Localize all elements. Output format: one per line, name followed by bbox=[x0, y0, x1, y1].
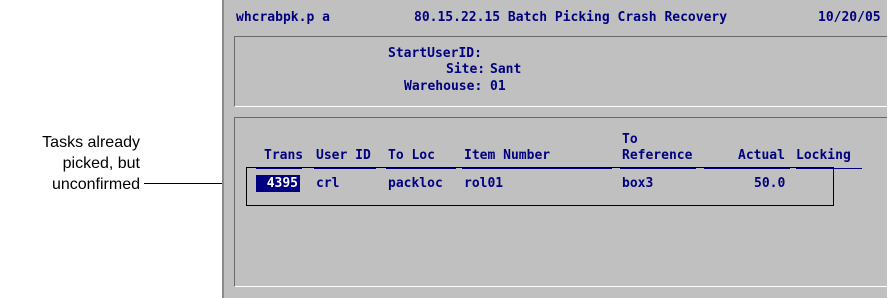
row-reference: box3 bbox=[622, 176, 654, 191]
program-name: whcrabpk.p a bbox=[236, 10, 330, 25]
warehouse-field[interactable]: 01 bbox=[490, 79, 506, 94]
col-header-to: To bbox=[622, 132, 638, 147]
row-to-loc: packloc bbox=[388, 176, 443, 191]
callout-line-2: picked, but bbox=[62, 155, 140, 172]
row-item-number: rol01 bbox=[464, 176, 504, 191]
warehouse-label: Warehouse: bbox=[404, 79, 483, 94]
screen-title: 80.15.22.15 Batch Picking Crash Recovery bbox=[414, 10, 728, 25]
start-user-label: StartUserID: bbox=[388, 46, 482, 61]
screen-date: 10/20/05 bbox=[818, 10, 881, 25]
col-header-actual: Actual bbox=[738, 148, 785, 163]
row-trans-cell-selected[interactable]: 4395 bbox=[256, 175, 300, 192]
row-user-id: crl bbox=[316, 176, 340, 191]
col-header-reference: Reference bbox=[622, 148, 693, 163]
row-actual: 50.0 bbox=[754, 176, 786, 191]
callout-line-1: Tasks already bbox=[42, 134, 140, 151]
col-header-trans: Trans bbox=[264, 148, 304, 163]
col-header-user-id: User ID bbox=[316, 148, 371, 163]
callout-line-3: unconfirmed bbox=[51, 176, 140, 193]
callout-annotation: Tasks already picked, but unconfirmed bbox=[0, 132, 140, 195]
header-panel bbox=[234, 36, 887, 107]
title-bar: whcrabpk.p a 80.15.22.15 Batch Picking C… bbox=[224, 8, 887, 28]
col-header-item-number: Item Number bbox=[464, 148, 551, 163]
site-field[interactable]: Sant bbox=[490, 62, 521, 77]
col-header-locking: Locking bbox=[796, 148, 851, 163]
col-header-to-loc: To Loc bbox=[388, 148, 435, 163]
terminal-window: whcrabpk.p a 80.15.22.15 Batch Picking C… bbox=[222, 0, 887, 298]
site-label: Site: bbox=[446, 62, 486, 77]
